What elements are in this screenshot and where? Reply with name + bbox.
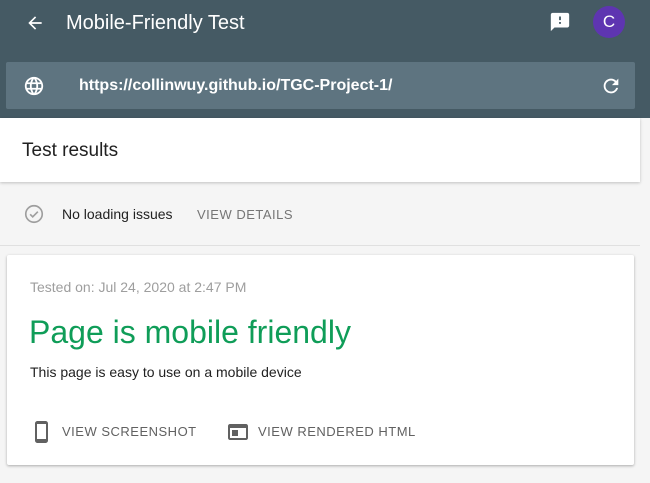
check-circle-icon (24, 204, 44, 224)
url-bar[interactable]: https://collinwuy.github.io/TGC-Project-… (6, 62, 635, 109)
browser-window-icon (228, 424, 248, 440)
back-button[interactable] (22, 10, 48, 36)
url-text[interactable]: https://collinwuy.github.io/TGC-Project-… (79, 76, 392, 96)
loading-status-text: No loading issues (62, 206, 173, 222)
loading-status-row: No loading issues VIEW DETAILS (0, 183, 640, 246)
arrow-left-icon (28, 16, 42, 30)
view-screenshot-label: VIEW SCREENSHOT (62, 424, 197, 439)
phone-icon (35, 421, 48, 443)
view-details-button[interactable]: VIEW DETAILS (197, 206, 293, 223)
account-avatar[interactable]: C (593, 6, 625, 38)
view-rendered-html-label: VIEW RENDERED HTML (258, 424, 416, 439)
verdict-heading: Page is mobile friendly (29, 314, 351, 350)
app-bar: Mobile-Friendly Test C https://collinwuy… (0, 0, 650, 118)
feedback-button[interactable] (548, 11, 572, 33)
tested-on-timestamp: Tested on: Jul 24, 2020 at 2:47 PM (30, 279, 247, 295)
result-card: Tested on: Jul 24, 2020 at 2:47 PM Page … (7, 255, 634, 465)
app-toolbar: Mobile-Friendly Test C (0, 0, 650, 46)
view-rendered-html-button[interactable]: VIEW RENDERED HTML (226, 418, 426, 446)
page-title: Mobile-Friendly Test (66, 12, 245, 34)
verdict-description: This page is easy to use on a mobile dev… (30, 364, 302, 380)
globe-icon (24, 76, 44, 96)
view-screenshot-button[interactable]: VIEW SCREENSHOT (30, 418, 205, 446)
results-header: Test results (0, 118, 640, 182)
feedback-icon (550, 12, 570, 32)
refresh-icon[interactable] (600, 75, 622, 97)
results-title: Test results (22, 140, 119, 161)
